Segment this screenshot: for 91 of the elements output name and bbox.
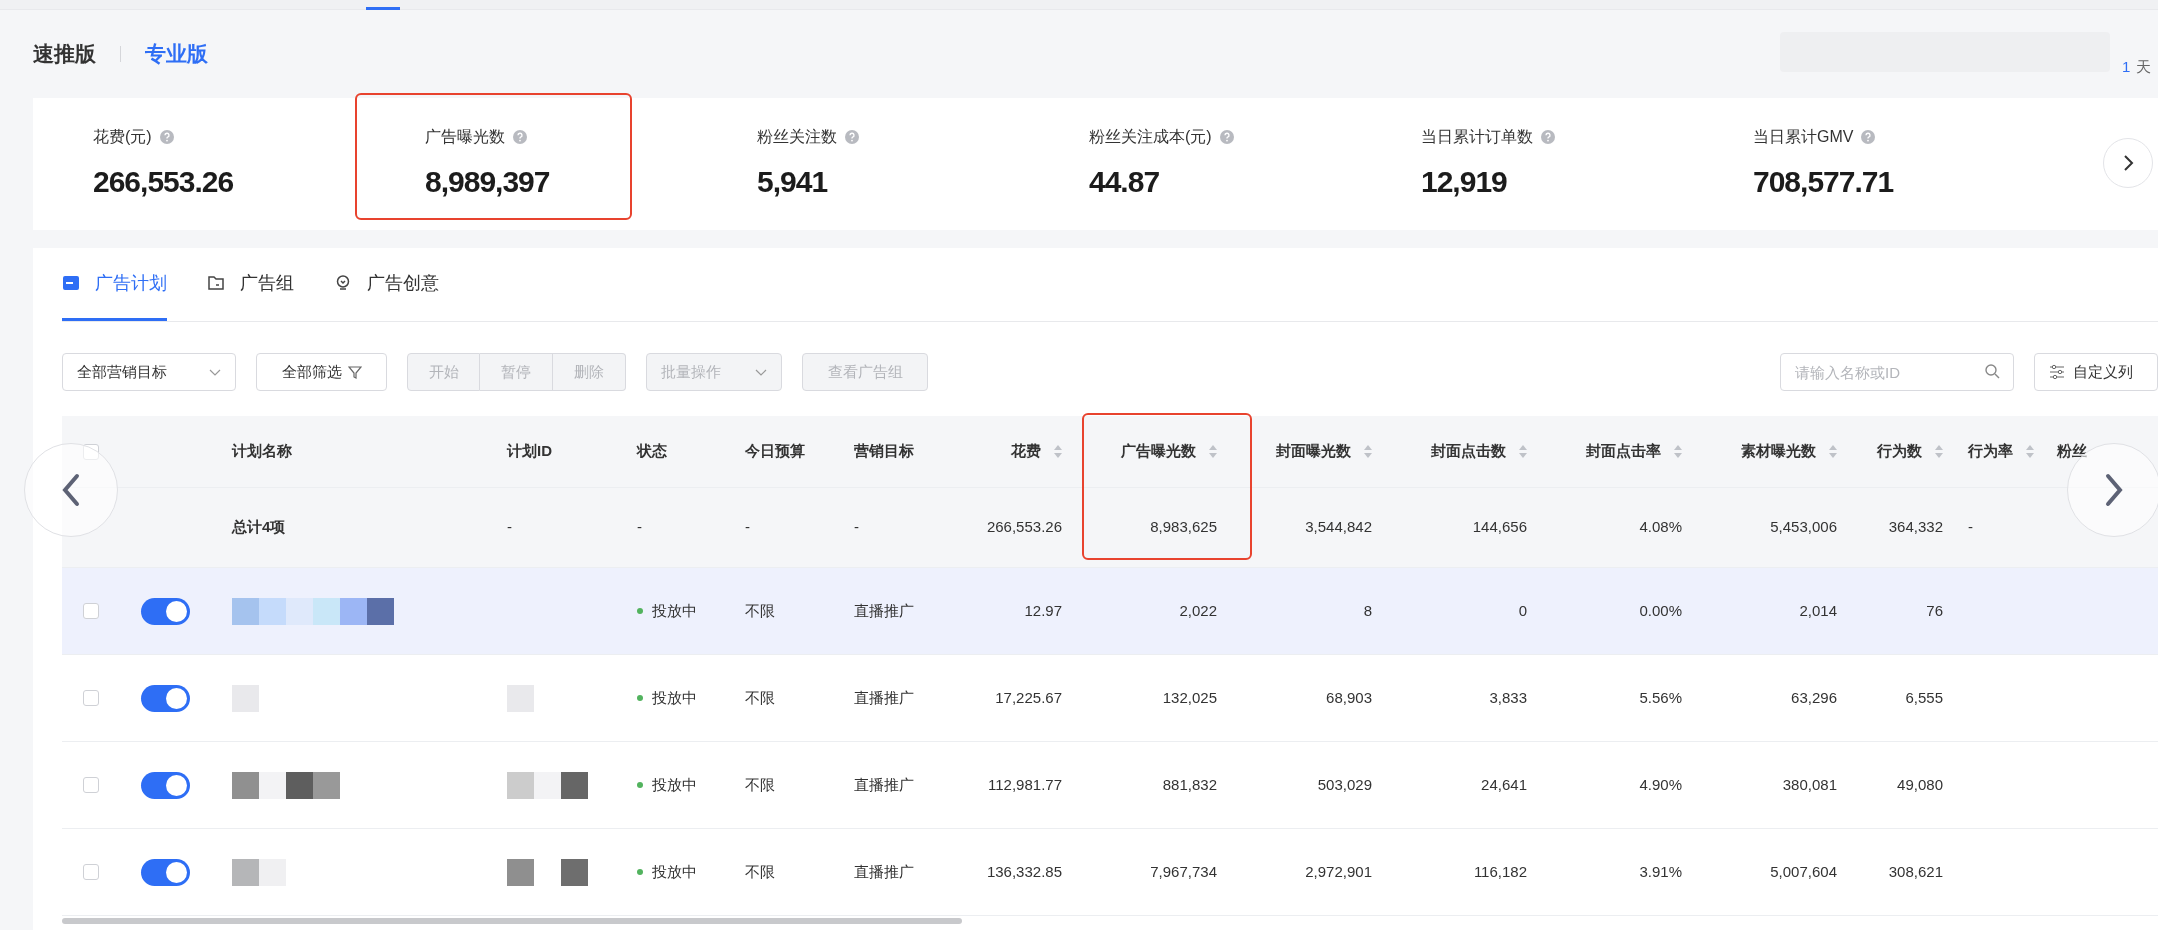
table-cell-text: 3,833 bbox=[1489, 687, 1527, 708]
table-cell-text: - bbox=[854, 517, 859, 538]
column-header[interactable]: 行为率 bbox=[1968, 440, 2013, 463]
column-header[interactable]: 营销目标 bbox=[854, 440, 914, 463]
table-cell-text: 8,983,625 bbox=[1150, 517, 1217, 538]
table-cell-text: - bbox=[745, 517, 750, 538]
table-cell-text: 17,225.67 bbox=[995, 687, 1062, 708]
metric-value: 12,919 bbox=[1421, 164, 1508, 200]
period-value: 1 bbox=[2122, 57, 2131, 77]
table-cell-text: 不限 bbox=[745, 600, 775, 621]
table-cell-text: 不限 bbox=[745, 861, 775, 882]
table-cell-text: - bbox=[637, 517, 642, 538]
total-label: 总计4项 bbox=[232, 517, 286, 538]
table-cell-text: 3.91% bbox=[1639, 861, 1682, 882]
status-text: 投放中 bbox=[652, 774, 697, 795]
table-cell-text: - bbox=[1968, 517, 1973, 538]
table-cell-text: 直播推广 bbox=[854, 600, 914, 621]
column-header[interactable]: 状态 bbox=[637, 440, 667, 463]
table-cell-text: 5.56% bbox=[1639, 687, 1682, 708]
table-cell-text: 直播推广 bbox=[854, 774, 914, 795]
table-cell-text: 直播推广 bbox=[854, 861, 914, 882]
table-cell-text: 不限 bbox=[745, 687, 775, 708]
table-cell-text: 3,544,842 bbox=[1305, 517, 1372, 538]
table-row[interactable]: 投放中 不限 直播推广 12.97 2,022 8 0 0.00% 2,014 76 bbox=[62, 568, 2158, 655]
goal-dropdown[interactable]: 全部营销目标 bbox=[62, 353, 236, 391]
metric-value: 266,553.26 bbox=[93, 164, 235, 200]
table-cell-text: 0.00% bbox=[1639, 600, 1682, 621]
table-cell-text: 7,967,734 bbox=[1150, 861, 1217, 882]
table-cell-text: 8 bbox=[1363, 600, 1372, 621]
table-cell-text: 6,555 bbox=[1905, 687, 1943, 708]
version-tab[interactable]: 专业版 bbox=[145, 38, 208, 70]
table-cell-text: 0 bbox=[1518, 600, 1527, 621]
column-header[interactable]: 粉丝 bbox=[2057, 440, 2087, 463]
table-cell-text: 136,332.85 bbox=[986, 861, 1062, 882]
table-cell-text: 4.08% bbox=[1639, 517, 1682, 538]
column-header[interactable]: 计划名称 bbox=[232, 440, 292, 463]
metric-label: 当日累计订单数 bbox=[1421, 127, 1533, 147]
table-cell-text: 2,972,901 bbox=[1305, 861, 1372, 882]
table-cell-text: 不限 bbox=[745, 774, 775, 795]
table-cell-text: 266,553.26 bbox=[986, 517, 1062, 538]
table-cell-text: 24,641 bbox=[1481, 774, 1527, 795]
column-header[interactable]: 花费 bbox=[1011, 440, 1041, 463]
status-text: 投放中 bbox=[652, 600, 697, 621]
filter-button[interactable]: 全部筛选 bbox=[256, 353, 387, 391]
column-header[interactable]: 计划ID bbox=[507, 440, 552, 463]
table-cell-text: 12.97 bbox=[1024, 600, 1062, 621]
table-cell-text: 112,981.77 bbox=[988, 774, 1062, 795]
table-cell-text: - bbox=[507, 517, 512, 538]
table-cell-text: 881,832 bbox=[1162, 774, 1217, 795]
metric-label: 花费(元) bbox=[93, 127, 152, 147]
table-cell-text: 直播推广 bbox=[854, 687, 914, 708]
table-cell-text: 116,182 bbox=[1473, 861, 1527, 882]
tab[interactable]: 广告计划 bbox=[62, 248, 167, 321]
table-cell-text: 2,014 bbox=[1799, 600, 1837, 621]
table-cell-text: 5,007,604 bbox=[1770, 861, 1837, 882]
column-header[interactable]: 行为数 bbox=[1877, 440, 1922, 463]
column-header[interactable]: 封面点击率 bbox=[1586, 440, 1661, 463]
table-cell-text: 2,022 bbox=[1179, 600, 1217, 621]
table-cell-text: 76 bbox=[1926, 600, 1943, 621]
table-cell-text: 68,903 bbox=[1326, 687, 1372, 708]
column-header[interactable]: 广告曝光数 bbox=[1121, 440, 1196, 463]
column-header[interactable]: 封面点击数 bbox=[1431, 440, 1506, 463]
table-cell-text: 49,080 bbox=[1897, 774, 1943, 795]
column-header[interactable]: 封面曝光数 bbox=[1276, 440, 1351, 463]
metric-label: 粉丝关注成本(元) bbox=[1089, 127, 1212, 147]
table-cell-text: 4.90% bbox=[1639, 774, 1682, 795]
customize-columns-button[interactable]: 自定义列 bbox=[2034, 353, 2158, 391]
table-cell-text: 5,453,006 bbox=[1770, 517, 1837, 538]
metric-label: 当日累计GMV bbox=[1753, 127, 1854, 147]
metric-label: 粉丝关注数 bbox=[757, 127, 837, 147]
metric-value: 8,989,397 bbox=[425, 164, 551, 200]
metric-value: 708,577.71 bbox=[1753, 164, 1895, 200]
table-cell-text: 308,621 bbox=[1888, 861, 1943, 882]
status-text: 投放中 bbox=[652, 861, 697, 882]
tab[interactable]: 广告组 bbox=[207, 248, 294, 321]
table-cell-text: 63,296 bbox=[1791, 687, 1837, 708]
period-unit: 天 bbox=[2136, 57, 2152, 77]
table-cell-text: 364,332 bbox=[1888, 517, 1943, 538]
table-cell-text: 503,029 bbox=[1317, 774, 1372, 795]
table-cell-text: 144,656 bbox=[1472, 517, 1527, 538]
metric-label: 广告曝光数 bbox=[425, 127, 505, 147]
version-tab[interactable]: 速推版 bbox=[33, 38, 96, 70]
metric-value: 44.87 bbox=[1089, 164, 1161, 200]
column-header[interactable]: 今日预算 bbox=[745, 440, 805, 463]
table-cell-text: 380,081 bbox=[1782, 774, 1837, 795]
status-text: 投放中 bbox=[652, 687, 697, 708]
table-cell-text: 132,025 bbox=[1162, 687, 1217, 708]
metric-value: 5,941 bbox=[757, 164, 829, 200]
tab[interactable]: 广告创意 bbox=[334, 248, 439, 321]
column-header[interactable]: 素材曝光数 bbox=[1741, 440, 1816, 463]
search-field[interactable]: 请输入名称或ID bbox=[1780, 353, 2014, 391]
